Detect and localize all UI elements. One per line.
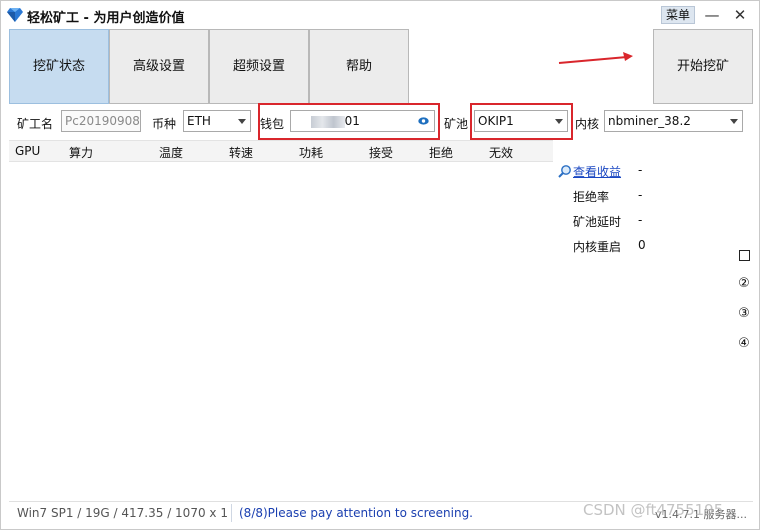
wallet-label: 钱包 — [260, 117, 285, 131]
redacted-area — [311, 116, 345, 128]
column-header-hashrate: 算力 — [69, 146, 94, 160]
miner-name-field[interactable]: Pc201909081 — [61, 110, 141, 132]
status-message: (8/8)Please pay attention to screening. — [239, 506, 473, 520]
column-header-gpu: GPU — [15, 144, 41, 158]
miner-name-label: 矿工名 — [17, 117, 54, 131]
kernel-label: 内核 — [575, 117, 600, 131]
column-header-rejected: 拒绝 — [429, 146, 454, 160]
tab-advanced-settings[interactable]: 高级设置 — [109, 29, 209, 104]
chevron-down-icon — [238, 119, 246, 124]
coin-value: ETH — [187, 114, 211, 128]
close-button[interactable]: ✕ — [729, 5, 751, 25]
coin-select[interactable]: ETH — [183, 110, 251, 132]
gpu-table-header: GPU 算力 温度 转速 功耗 接受 拒绝 无效 — [9, 140, 553, 162]
app-window: 轻松矿工 - 为用户创造价值 菜单 — ✕ 挖矿状态 高级设置 超频设置 帮助 … — [0, 0, 760, 530]
tab-mining-status[interactable]: 挖矿状态 — [9, 29, 109, 104]
pool-value: OKIP1 — [478, 114, 514, 128]
reject-rate-value: - — [638, 188, 643, 202]
tab-help[interactable]: 帮助 — [309, 29, 409, 104]
column-header-fan-speed: 转速 — [229, 146, 254, 160]
watermark: CSDN @ft4755195 — [583, 501, 724, 519]
side-marker-3[interactable]: ③ — [737, 307, 751, 321]
diamond-icon — [7, 8, 23, 22]
pool-label: 矿池 — [444, 117, 469, 131]
chevron-down-icon — [730, 119, 738, 124]
tab-overclock-settings[interactable]: 超频设置 — [209, 29, 309, 104]
start-mining-button[interactable]: 开始挖矿 — [653, 29, 753, 104]
coin-label: 币种 — [152, 117, 177, 131]
pool-latency-value: - — [638, 213, 643, 227]
title-bar: 轻松矿工 - 为用户创造价值 菜单 — ✕ — [1, 1, 759, 29]
chevron-down-icon — [555, 119, 563, 124]
eye-icon[interactable] — [418, 117, 429, 125]
kernel-restart-label: 内核重启 — [573, 240, 622, 254]
side-marker-2[interactable]: ② — [737, 277, 751, 291]
view-earnings-link[interactable]: 查看收益 — [573, 163, 621, 180]
side-marker-4[interactable]: ④ — [737, 337, 751, 351]
menu-button[interactable]: 菜单 — [661, 6, 695, 24]
system-info: Win7 SP1 / 19G / 417.35 / 1070 x 1 — [17, 506, 228, 520]
column-header-invalid: 无效 — [489, 146, 514, 160]
red-arrow-annotation — [558, 52, 633, 64]
column-header-accepted: 接受 — [369, 146, 394, 160]
column-header-power: 功耗 — [299, 146, 324, 160]
side-checkbox[interactable] — [739, 250, 750, 261]
pool-latency-label: 矿池延时 — [573, 215, 622, 229]
magnifier-icon — [558, 165, 571, 178]
reject-rate-label: 拒绝率 — [573, 190, 610, 204]
kernel-select[interactable]: nbminer_38.2 — [604, 110, 743, 132]
wallet-field[interactable]: 001 — [290, 110, 435, 132]
minimize-button[interactable]: — — [701, 5, 723, 25]
column-header-temperature: 温度 — [159, 146, 184, 160]
status-divider — [231, 504, 232, 522]
kernel-value: nbminer_38.2 — [608, 114, 691, 128]
kernel-restart-value: 0 — [638, 238, 646, 252]
pool-select[interactable]: OKIP1 — [474, 110, 568, 132]
window-title: 轻松矿工 - 为用户创造价值 — [27, 11, 185, 26]
view-earnings-value: - — [638, 163, 643, 177]
